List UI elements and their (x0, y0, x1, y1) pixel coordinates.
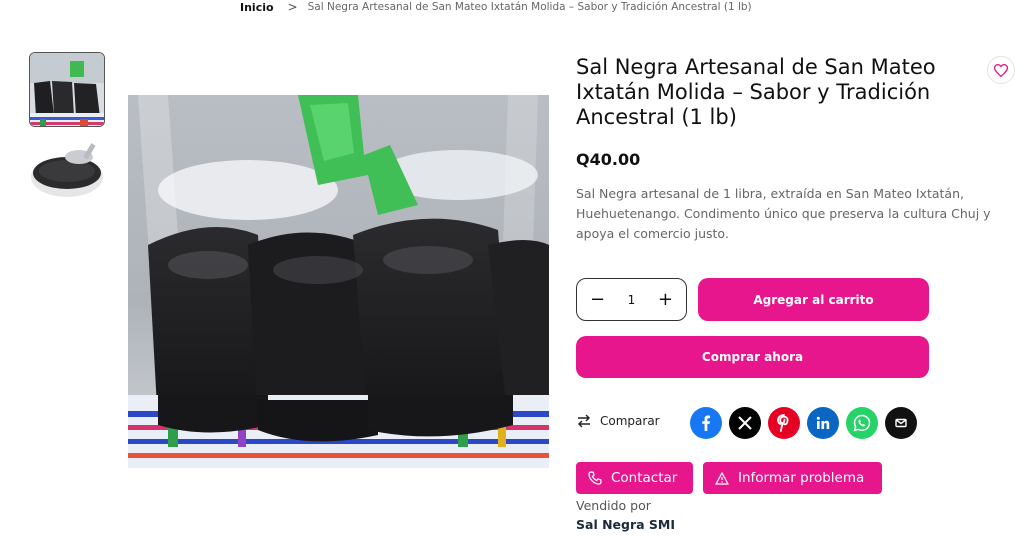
product-thumbnail-1[interactable] (29, 52, 105, 127)
report-problem-label: Informar problema (738, 470, 865, 486)
compare-label: Comparar (600, 414, 660, 428)
compare-arrows-icon (578, 414, 590, 428)
quantity-decrease-button[interactable]: − (587, 289, 609, 310)
warning-icon (715, 471, 729, 485)
pinterest-icon[interactable] (768, 407, 800, 439)
add-to-cart-button[interactable]: Agregar al carrito (698, 278, 929, 321)
product-title: Sal Negra Artesanal de San Mateo Ixtatán… (576, 55, 936, 129)
breadcrumb-separator: > (287, 0, 298, 14)
x-icon[interactable] (729, 407, 761, 439)
phone-icon (588, 471, 602, 485)
whatsapp-icon[interactable] (846, 407, 878, 439)
buy-now-button[interactable]: Comprar ahora (576, 336, 929, 378)
compare-button[interactable]: Comparar (576, 414, 660, 428)
heart-icon (994, 63, 1008, 77)
seller-name-link[interactable]: Sal Negra SMI (576, 517, 675, 532)
product-thumbnail-2[interactable] (29, 141, 105, 203)
report-problem-button[interactable]: Informar problema (703, 462, 882, 494)
email-icon[interactable] (885, 407, 917, 439)
contact-label: Contactar (611, 470, 678, 486)
contact-button[interactable]: Contactar (576, 462, 693, 494)
product-description: Sal Negra artesanal de 1 libra, extraída… (576, 186, 991, 241)
quantity-stepper: − 1 + (576, 278, 687, 321)
sold-by-label: Vendido por (576, 498, 651, 513)
linkedin-icon[interactable] (807, 407, 839, 439)
product-main-image[interactable] (128, 95, 549, 468)
quantity-value[interactable]: 1 (628, 293, 636, 307)
breadcrumb: Inicio > Sal Negra Artesanal de San Mate… (240, 0, 752, 14)
wishlist-button[interactable] (987, 56, 1015, 84)
share-buttons (690, 407, 917, 439)
quantity-increase-button[interactable]: + (654, 289, 676, 310)
breadcrumb-current: Sal Negra Artesanal de San Mateo Ixtatán… (307, 1, 752, 13)
product-price: Q40.00 (576, 150, 641, 169)
breadcrumb-home-link[interactable]: Inicio (240, 1, 274, 14)
facebook-icon[interactable] (690, 407, 722, 439)
